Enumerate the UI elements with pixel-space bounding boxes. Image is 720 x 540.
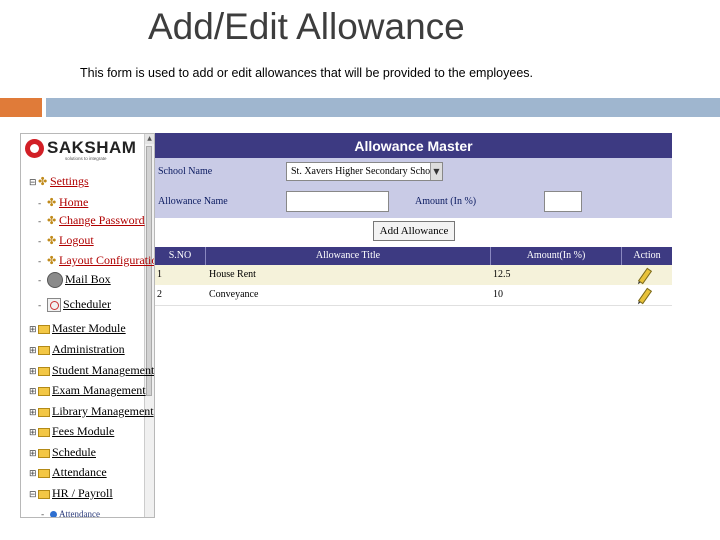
collapse-icon[interactable]: ⊟ bbox=[29, 176, 38, 190]
accent-bar-blue bbox=[46, 98, 720, 117]
logo-text: SAKSHAM bbox=[47, 138, 137, 157]
folder-icon bbox=[38, 448, 50, 458]
sidebar-item-layout-configuration[interactable]: - ✤ Layout Configuration bbox=[38, 253, 154, 269]
cell-sno: 1 bbox=[157, 269, 162, 280]
cell-amount: 10 bbox=[493, 289, 503, 300]
logo-tagline: solutions to integrate bbox=[65, 156, 107, 161]
mailbox-icon bbox=[47, 272, 63, 289]
accent-bar-orange bbox=[0, 98, 42, 117]
leaf-icon: ✤ bbox=[38, 175, 48, 188]
scroll-thumb[interactable] bbox=[146, 146, 152, 396]
collapse-icon[interactable]: ⊟ bbox=[29, 488, 38, 502]
sidebar-item-hr-payroll[interactable]: ⊟ HR / Payroll bbox=[29, 486, 113, 502]
leaf-icon: ✤ bbox=[47, 254, 57, 267]
sidebar-scrollbar[interactable]: ▲ bbox=[144, 134, 154, 517]
slide-title: Add/Edit Allowance bbox=[148, 6, 465, 47]
leaf-icon: ✤ bbox=[47, 214, 57, 227]
sidebar-navigation: SAKSHAM solutions to integrate ▲ ⊟✤ Setti… bbox=[20, 133, 155, 518]
school-name-select[interactable]: St. Xavers Higher Secondary School ▼ bbox=[286, 162, 443, 181]
sidebar-item-student-management[interactable]: ⊞ Student Management bbox=[29, 363, 154, 379]
chevron-down-icon[interactable]: ▼ bbox=[430, 163, 442, 180]
sidebar-item-administration[interactable]: ⊞ Administration bbox=[29, 342, 125, 358]
edit-pencil-icon[interactable] bbox=[637, 287, 653, 305]
cell-amount: 12.5 bbox=[493, 269, 511, 280]
slide-description: This form is used to add or edit allowan… bbox=[80, 66, 534, 80]
allowance-master-panel: Allowance Master School Name St. Xavers … bbox=[155, 133, 672, 516]
sidebar-item-fees-module[interactable]: ⊞ Fees Module bbox=[29, 424, 114, 440]
sidebar-item-schedule[interactable]: ⊞ Schedule bbox=[29, 445, 96, 461]
column-header-sno: S.NO bbox=[155, 247, 206, 265]
expand-icon[interactable]: ⊞ bbox=[29, 365, 38, 379]
expand-icon[interactable]: ⊞ bbox=[29, 344, 38, 358]
app-logo: SAKSHAM solutions to integrate bbox=[25, 138, 143, 162]
sidebar-item-master-module[interactable]: ⊞ Master Module bbox=[29, 321, 126, 337]
sidebar-item-attendance[interactable]: ⊞ Attendance bbox=[29, 465, 107, 481]
add-allowance-button[interactable]: Add Allowance bbox=[373, 221, 455, 241]
leaf-icon: ✤ bbox=[47, 234, 57, 247]
folder-icon bbox=[38, 427, 50, 437]
sidebar-item-exam-management[interactable]: ⊞ Exam Management bbox=[29, 383, 146, 399]
allowance-form: School Name St. Xavers Higher Secondary … bbox=[155, 158, 672, 218]
leaf-icon: ✤ bbox=[47, 196, 57, 209]
folder-icon bbox=[38, 345, 50, 355]
school-name-label: School Name bbox=[158, 166, 213, 177]
expand-icon[interactable]: ⊞ bbox=[29, 426, 38, 440]
amount-input[interactable] bbox=[544, 191, 582, 212]
dot-icon bbox=[50, 510, 57, 517]
sidebar-item-home[interactable]: - ✤ Home bbox=[38, 195, 88, 211]
folder-icon bbox=[38, 386, 50, 396]
folder-icon bbox=[38, 366, 50, 376]
column-header-title: Allowance Title bbox=[206, 247, 491, 265]
amount-label: Amount (In %) bbox=[415, 196, 477, 207]
edit-pencil-icon[interactable] bbox=[637, 267, 653, 285]
expand-icon[interactable]: ⊞ bbox=[29, 323, 38, 337]
sidebar-item-logout[interactable]: - ✤ Logout bbox=[38, 233, 94, 249]
button-row: Add Allowance bbox=[155, 218, 672, 246]
scroll-up-icon[interactable]: ▲ bbox=[145, 134, 154, 144]
sidebar-item-mail-box[interactable]: - Mail Box bbox=[38, 272, 111, 289]
table-header: S.NO Allowance Title Amount(In %) Action bbox=[155, 247, 672, 265]
sidebar-subitem-attendance[interactable]: - Attendance bbox=[41, 506, 100, 517]
cell-sno: 2 bbox=[157, 289, 162, 300]
folder-icon bbox=[38, 324, 50, 334]
sidebar-item-settings[interactable]: ⊟✤ Settings bbox=[29, 174, 89, 190]
cell-title: Conveyance bbox=[209, 289, 259, 300]
column-header-action: Action bbox=[633, 250, 661, 261]
folder-icon bbox=[38, 468, 50, 478]
scheduler-icon bbox=[47, 298, 61, 313]
cell-title: House Rent bbox=[209, 269, 256, 280]
table-row: 2 Conveyance 10 bbox=[155, 285, 672, 306]
expand-icon[interactable]: ⊞ bbox=[29, 385, 38, 399]
column-header-amount: Amount(In %) bbox=[491, 247, 622, 265]
sidebar-item-scheduler[interactable]: - Scheduler bbox=[38, 297, 111, 313]
folder-icon bbox=[38, 489, 50, 499]
allowance-name-input[interactable] bbox=[286, 191, 389, 212]
expand-icon[interactable]: ⊞ bbox=[29, 467, 38, 481]
expand-icon[interactable]: ⊞ bbox=[29, 447, 38, 461]
logo-icon bbox=[25, 139, 44, 158]
allowance-name-label: Allowance Name bbox=[158, 196, 228, 207]
sidebar-item-library-management[interactable]: ⊞ Library Management bbox=[29, 404, 154, 420]
panel-header: Allowance Master bbox=[155, 133, 672, 158]
folder-icon bbox=[38, 407, 50, 417]
expand-icon[interactable]: ⊞ bbox=[29, 406, 38, 420]
table-row: 1 House Rent 12.5 bbox=[155, 265, 672, 285]
sidebar-item-change-password[interactable]: - ✤ Change Password bbox=[38, 213, 145, 229]
